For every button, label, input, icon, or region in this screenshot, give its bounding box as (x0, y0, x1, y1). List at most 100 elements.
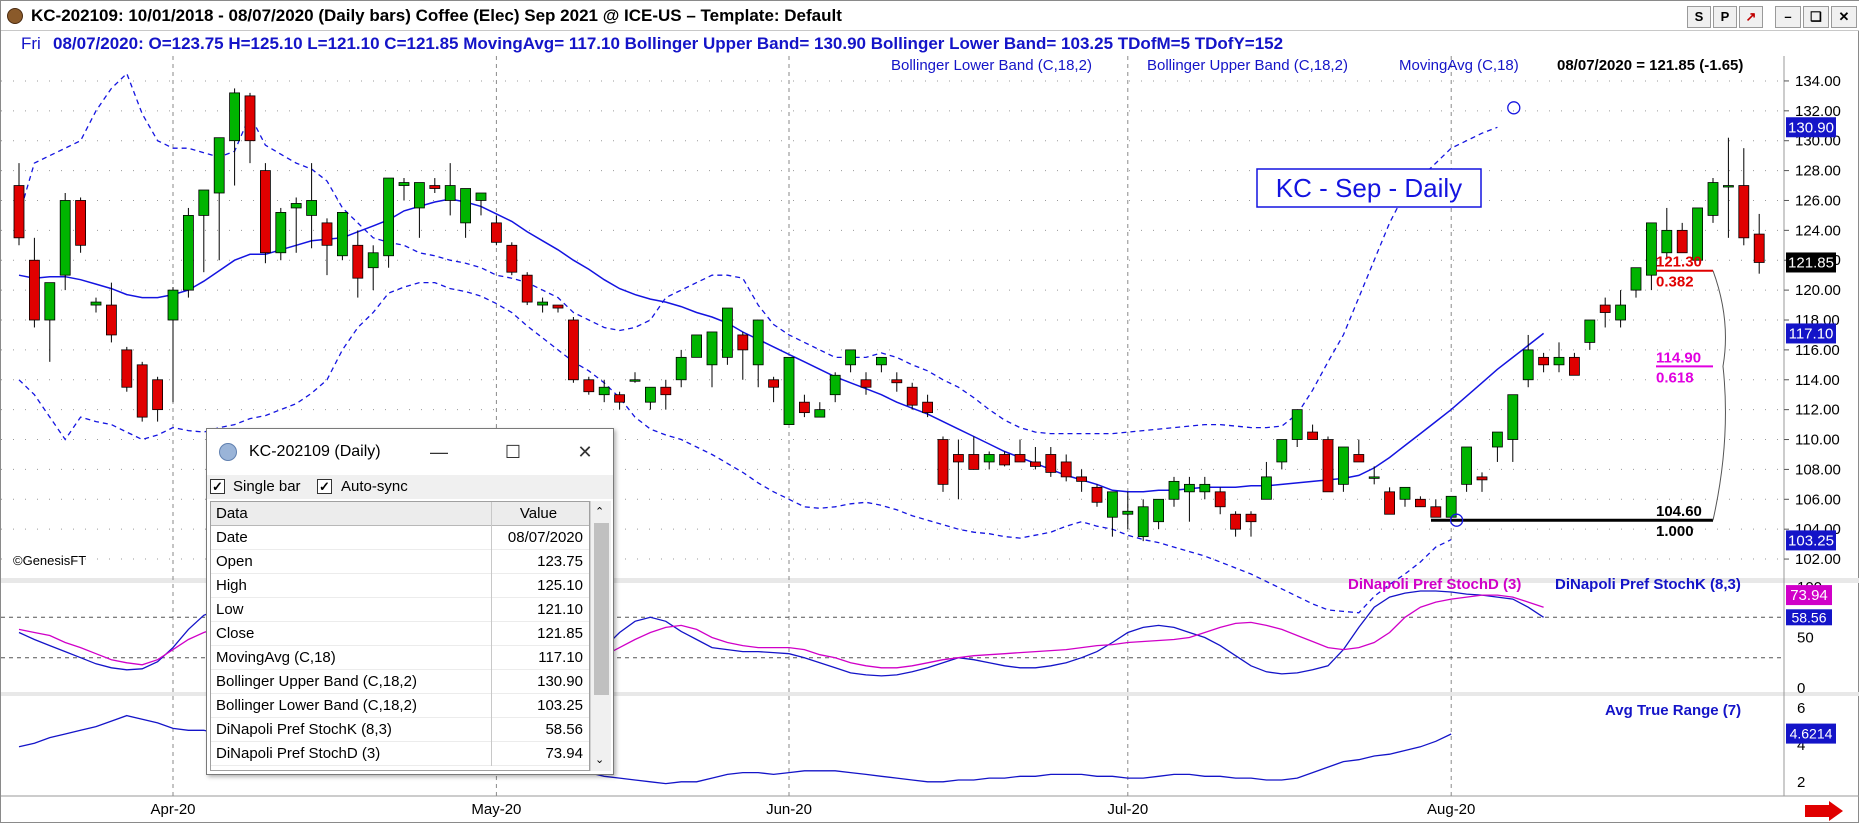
candle-body (568, 319, 579, 381)
candle-body (398, 182, 410, 186)
candle-body (845, 349, 856, 366)
candle-body (1338, 446, 1349, 485)
candle-body (75, 200, 86, 246)
table-row[interactable]: Bollinger Upper Band (C,18,2) 130.90 (211, 670, 589, 694)
col-value-header[interactable]: Value (494, 505, 589, 522)
candle-body (937, 439, 949, 485)
candle-body (1507, 394, 1519, 440)
single-bar-label[interactable]: Single bar (233, 478, 301, 495)
candle-body (1060, 461, 1072, 478)
candle-body (783, 356, 795, 425)
col-data-header[interactable]: Data (216, 505, 248, 522)
candle-body (229, 92, 241, 142)
app-icon (7, 8, 23, 24)
candle-body (44, 282, 56, 321)
minimize-icon[interactable]: – (1775, 6, 1801, 28)
scroll-up-icon[interactable]: ⌃ (595, 505, 604, 518)
data-window-dialog[interactable]: KC-202109 (Daily) — ☐ ✕ ✓ Single bar ✓ A… (206, 428, 614, 775)
table-row[interactable]: Low 121.10 (211, 598, 589, 622)
table-row[interactable]: DiNapoli Pref StochK (8,3) 58.56 (211, 718, 589, 742)
candle-body (367, 252, 379, 269)
y-tick-label: 134.00 (1795, 73, 1841, 90)
candle-body (1461, 446, 1472, 485)
table-row[interactable]: High 125.10 (211, 574, 589, 598)
s-button[interactable]: S (1687, 6, 1711, 28)
candle-body (182, 215, 194, 291)
x-tick-label: Apr-20 (150, 801, 195, 818)
table-row[interactable]: Bollinger Lower Band (C,18,2) 103.25 (211, 694, 589, 718)
close-icon[interactable]: ✕ (1831, 6, 1857, 28)
table-row[interactable]: Date 08/07/2020 (211, 526, 589, 550)
candle-body (953, 454, 964, 463)
scroll-right-arrow-icon[interactable] (1801, 801, 1845, 821)
table-row[interactable]: MovingAvg (C,18) 117.10 (211, 646, 589, 670)
minimize-icon[interactable]: — (425, 439, 453, 465)
candle-body (660, 386, 672, 396)
single-bar-checkbox[interactable]: ✓ (210, 479, 225, 494)
candle-body (1646, 222, 1657, 276)
candle-body (1045, 454, 1057, 473)
candle-body (521, 274, 533, 303)
y-tick-label: 110.00 (1795, 432, 1840, 449)
title-bar: KC-202109: 10/01/2018 - 08/07/2020 (Dail… (1, 1, 1859, 31)
candle-body (121, 349, 133, 388)
dialog-scrollbar[interactable]: ⌃ ⌄ (590, 501, 611, 771)
candle-body (1399, 486, 1411, 500)
candle-body (829, 374, 841, 396)
candle-body (629, 379, 641, 382)
candle-body (752, 319, 764, 366)
table-row[interactable]: DiNapoli Pref StochD (3) 73.94 (211, 742, 589, 766)
scroll-down-icon[interactable]: ⌄ (595, 753, 604, 766)
candle-body (444, 185, 456, 201)
candle-body (737, 334, 749, 351)
candle-body (413, 182, 425, 209)
row-value: 73.94 (545, 745, 583, 762)
chart-window: KC-202109: 10/01/2018 - 08/07/2020 (Dail… (0, 0, 1859, 823)
maximize-icon[interactable]: ☐ (499, 439, 527, 465)
close-icon[interactable]: ✕ (571, 439, 599, 465)
row-value: 121.85 (537, 625, 583, 642)
candle-body (1199, 483, 1211, 493)
scroll-thumb[interactable] (594, 523, 609, 695)
legend-entry: Bollinger Lower Band (C,18,2) (891, 57, 1092, 74)
y-tick-label: 120.00 (1795, 282, 1841, 299)
candle-body (1384, 491, 1395, 515)
window-title: KC-202109: 10/01/2018 - 08/07/2020 (Dail… (31, 6, 842, 25)
popout-icon[interactable]: ↗ (1739, 6, 1763, 28)
y-tick-label: 126.00 (1795, 192, 1841, 209)
restore-icon[interactable]: ❏ (1803, 6, 1829, 28)
auto-sync-checkbox[interactable]: ✓ (317, 479, 332, 494)
candle-body (860, 379, 872, 388)
stoch-d-tag-label: 73.94 (1790, 587, 1828, 604)
candle-body (799, 401, 810, 414)
fib-price-label: 104.60 (1656, 503, 1702, 520)
p-button[interactable]: P (1713, 6, 1737, 28)
atr-legend: Avg True Range (7) (1605, 702, 1741, 719)
candle-body (244, 95, 256, 142)
candle-body (1153, 498, 1164, 523)
candle-body (1353, 454, 1365, 463)
candle-body (1076, 476, 1087, 482)
row-value: 58.56 (545, 721, 583, 738)
candle-body (1245, 513, 1257, 523)
x-tick-label: Jun-20 (766, 801, 812, 818)
candle-body (983, 454, 995, 463)
x-tick-label: May-20 (471, 801, 521, 818)
table-row[interactable]: Open 123.75 (211, 550, 589, 574)
table-row[interactable]: Close 121.85 (211, 622, 589, 646)
candle-body (1661, 229, 1673, 254)
candle-body (13, 185, 25, 239)
candle-body (876, 356, 887, 366)
candle-body (1615, 304, 1626, 321)
legend-entry: MovingAvg (C,18) (1399, 57, 1519, 74)
candle-body (1276, 439, 1288, 463)
fib-ratio-label: 1.000 (1656, 523, 1694, 540)
candle-body (152, 379, 164, 411)
candle-body (336, 212, 348, 257)
auto-sync-label[interactable]: Auto-sync (341, 478, 408, 495)
price-tag-label: 130.90 (1788, 119, 1834, 136)
candle-body (1707, 182, 1719, 216)
row-label: Open (216, 553, 253, 570)
candle-body (1030, 461, 1041, 467)
candle-body (1168, 480, 1180, 500)
